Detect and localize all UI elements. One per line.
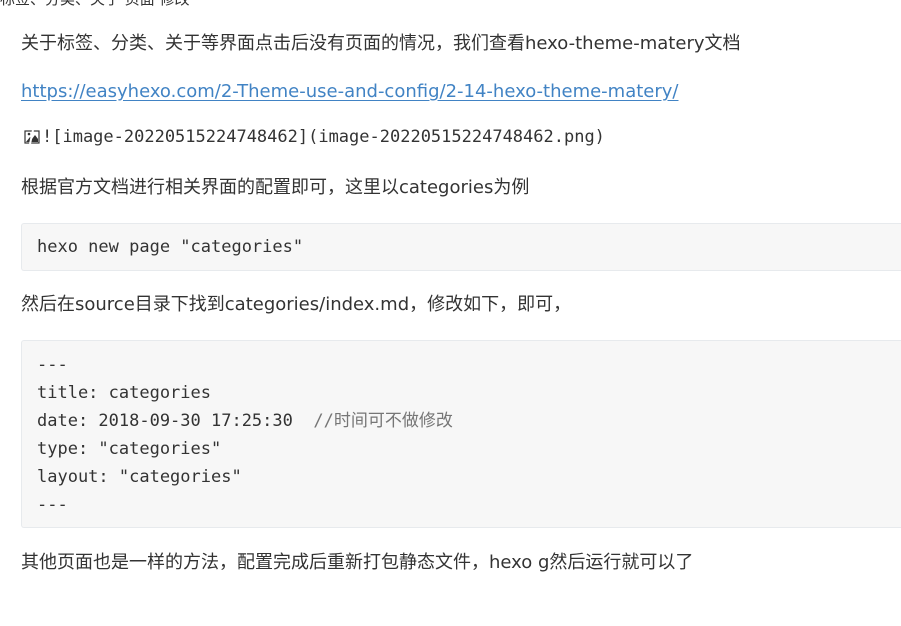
outro-paragraph: 其他页面也是一样的方法，配置完成后重新打包静态文件，hexo g然后运行就可以了 xyxy=(21,552,694,573)
code-line: --- xyxy=(37,495,68,515)
broken-image-placeholder: ![image-20220515224748462](image-2022051… xyxy=(24,126,605,148)
doc-link-paragraph: https://easyhexo.com/2-Theme-use-and-con… xyxy=(21,80,679,104)
code-block-frontmatter: --- title: categories date: 2018-09-30 1… xyxy=(21,340,901,528)
config-paragraph: 根据官方文档进行相关界面的配置即可，这里以categories为例 xyxy=(21,177,530,198)
image-markdown-text: ![image-20220515224748462](image-2022051… xyxy=(42,127,605,147)
code-line: --- xyxy=(37,355,68,375)
broken-image-icon xyxy=(24,129,40,145)
code-line: layout: "categories" xyxy=(37,467,242,487)
code-block-command: hexo new page "categories" xyxy=(21,223,901,271)
code-command-text: hexo new page "categories" xyxy=(37,237,304,257)
then-paragraph: 然后在source目录下找到categories/index.md，修改如下，即… xyxy=(21,294,572,315)
code-comment: //时间可不做修改 xyxy=(313,411,453,431)
code-line: type: "categories" xyxy=(37,439,222,459)
doc-link[interactable]: https://easyhexo.com/2-Theme-use-and-con… xyxy=(21,81,679,102)
code-line: title: categories xyxy=(37,383,211,403)
code-date-text: date: 2018-09-30 17:25:30 xyxy=(37,411,314,431)
intro-paragraph: 关于标签、分类、关于等界面点击后没有页面的情况，我们查看hexo-theme-m… xyxy=(21,33,741,54)
clipped-heading-text: 标签、分类、关于 页面 修改 xyxy=(0,0,190,9)
code-line: date: 2018-09-30 17:25:30 //时间可不做修改 xyxy=(37,407,901,435)
